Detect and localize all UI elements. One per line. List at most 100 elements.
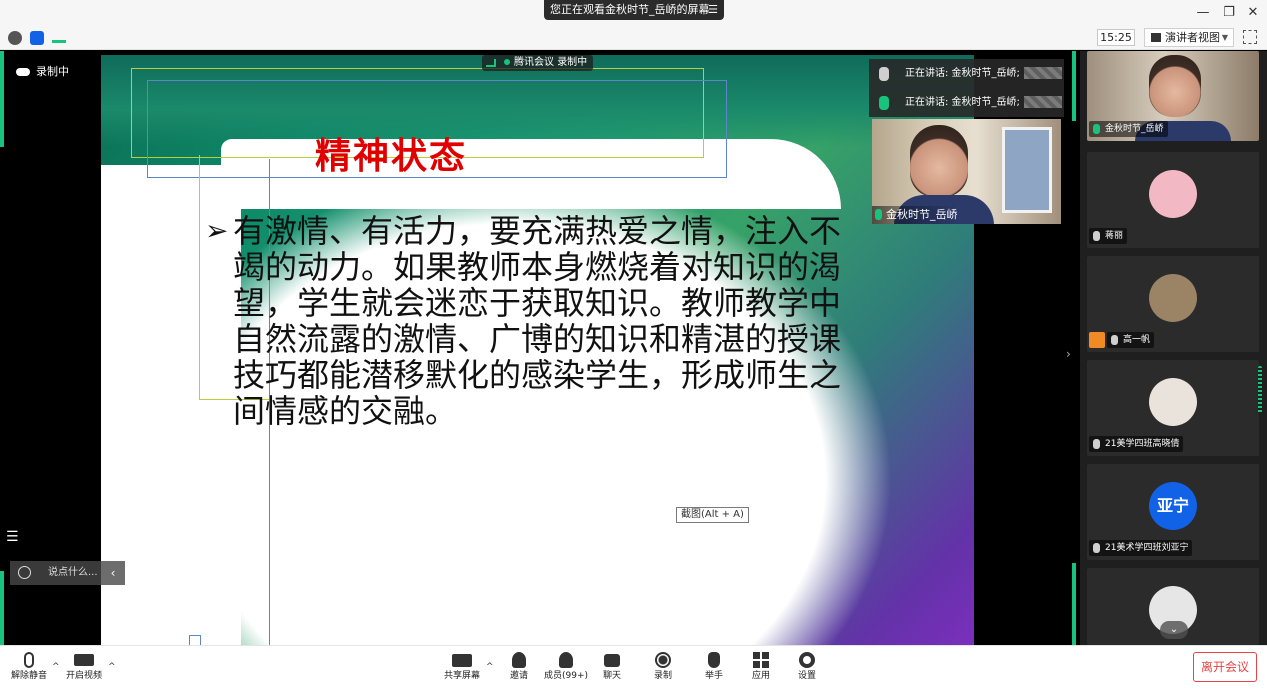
slide-body: ➢ 有激情、有活力，要充满热爱之情，注入不竭的动力。如果教师本身燃烧着对知识的渴…: [205, 213, 845, 429]
members-icon: [559, 652, 573, 668]
add-user-icon: [512, 652, 526, 668]
avatar: [1149, 170, 1197, 218]
settings-label: 设置: [797, 671, 816, 681]
emoji-icon[interactable]: [18, 566, 31, 579]
scroll-down-chevron-icon[interactable]: ⌄: [1160, 621, 1188, 639]
blurred-name: [1023, 96, 1062, 108]
layout-icon: [1151, 33, 1161, 42]
security-shield-icon[interactable]: [30, 31, 44, 45]
presenter-name-label: 金秋时节_岳峤: [872, 206, 958, 224]
record-label: 录制: [653, 671, 672, 681]
chat-label: 聊天: [602, 671, 621, 681]
chevron-down-icon: ▼: [1221, 33, 1228, 42]
chat-button[interactable]: 聊天: [583, 652, 641, 688]
title-bar: 您正在观看金秋时节_岳峤的屏幕 ☰ — ❐ ✕: [0, 0, 1267, 26]
bottom-toolbar: 解除静音 ^ 开启视频 ^ 共享屏幕 ^ 邀请 成员(99+) 聊天 录制 举手…: [0, 645, 1267, 689]
participant-label: 金秋时节_岳峤: [1089, 121, 1168, 137]
participant-tile[interactable]: 蒋丽: [1087, 152, 1259, 248]
unmute-label: 解除静音: [10, 671, 47, 681]
participant-scrollbar[interactable]: [1258, 366, 1262, 414]
bullet-arrow-icon: ➢: [205, 214, 229, 247]
apps-grid-icon: [753, 652, 769, 668]
video-background-window: [1002, 127, 1052, 213]
share-border: [0, 51, 4, 147]
share-border: [1072, 563, 1076, 645]
settings-button[interactable]: 设置: [778, 652, 836, 688]
start-video-button[interactable]: 开启视频: [55, 652, 113, 688]
share-screen-label: 共享屏幕: [443, 671, 480, 681]
participant-name: 21美学四班高晓倩: [1105, 439, 1180, 449]
meeting-recording-label: 录制中: [557, 57, 588, 68]
screen-share-banner[interactable]: 您正在观看金秋时节_岳峤的屏幕 ☰: [544, 0, 724, 20]
chevron-right-icon[interactable]: ›: [1066, 347, 1071, 361]
meeting-app-name: 腾讯会议: [514, 57, 554, 68]
speaking-text: 正在讲话: 金秋时节_岳峤;: [905, 97, 1020, 108]
share-screen-button[interactable]: 共享屏幕: [433, 652, 491, 688]
mic-icon: [1093, 124, 1100, 134]
slide-body-text: 有激情、有活力，要充满热爱之情，注入不竭的动力。如果教师本身燃烧着对知识的渴望，…: [233, 212, 842, 430]
presenter-name: 金秋时节_岳峤: [886, 208, 958, 221]
meeting-window: 您正在观看金秋时节_岳峤的屏幕 ☰ — ❐ ✕ 15:25 演讲者视图 ▼ 录制…: [0, 0, 1267, 689]
chat-input-bar[interactable]: 说点什么... ‹: [10, 561, 125, 585]
mic-icon: [875, 209, 882, 220]
status-dot-icon: [504, 59, 510, 65]
mic-icon: [879, 67, 889, 81]
top-toolbar: 15:25 演讲者视图 ▼: [0, 26, 1267, 50]
banner-menu-icon[interactable]: ☰: [708, 0, 718, 20]
info-icon[interactable]: [8, 31, 22, 45]
mic-muted-icon: [1111, 335, 1118, 345]
speaker-view-button[interactable]: 演讲者视图 ▼: [1144, 28, 1234, 47]
unmute-button[interactable]: 解除静音: [0, 652, 58, 688]
participant-list: 金秋时节_岳峤 蒋丽 高一帆 21美学四班高晓倩 亚宁 21美术学四班刘亚宁 ⌄: [1080, 51, 1267, 645]
screen-share-text: 您正在观看金秋时节_岳峤的屏幕: [550, 3, 710, 16]
participant-name: 金秋时节_岳峤: [1105, 124, 1164, 134]
close-button[interactable]: ✕: [1244, 4, 1262, 22]
participant-tile[interactable]: 21美学四班高晓倩: [1087, 360, 1259, 456]
meeting-timer: 15:25: [1097, 29, 1135, 46]
video-off-icon: [74, 654, 94, 666]
participant-tile[interactable]: 亚宁 21美术学四班刘亚宁: [1087, 464, 1259, 560]
participant-tile[interactable]: 高一帆: [1087, 256, 1259, 352]
slide-title: 精神状态: [315, 135, 468, 177]
screenshot-tooltip: 截图(Alt + A): [676, 507, 749, 523]
signal-bars-icon: [486, 59, 496, 67]
collapse-chat-icon[interactable]: ‹: [101, 561, 125, 585]
participant-label: 21美术学四班刘亚宁: [1089, 540, 1193, 556]
minimize-button[interactable]: —: [1194, 4, 1212, 22]
chat-placeholder: 说点什么...: [48, 567, 98, 578]
fullscreen-icon[interactable]: [1243, 30, 1257, 44]
leave-meeting-button[interactable]: 离开会议: [1193, 652, 1257, 682]
gear-icon: [799, 652, 815, 668]
participant-tile[interactable]: 金秋时节_岳峤: [1087, 51, 1259, 141]
mic-muted-icon: [1093, 231, 1100, 241]
avatar: [1149, 274, 1197, 322]
avatar: [1149, 378, 1197, 426]
avatar-initials: 亚宁: [1149, 482, 1197, 530]
presenter-video[interactable]: 金秋时节_岳峤: [872, 119, 1061, 224]
presenter-face: [910, 125, 968, 197]
share-border: [0, 571, 4, 645]
record-icon: [655, 652, 671, 668]
presentation-slide: 精神状态 ➢ 有激情、有活力，要充满热爱之情，注入不竭的动力。如果教师本身燃烧着…: [101, 55, 974, 645]
start-video-label: 开启视频: [65, 671, 102, 681]
mic-muted-icon: [24, 652, 34, 668]
share-screen-icon: [452, 654, 472, 667]
restore-button[interactable]: ❐: [1220, 4, 1238, 22]
list-menu-icon[interactable]: ☰: [6, 529, 19, 545]
record-button[interactable]: 录制: [634, 652, 692, 688]
video-options-caret-icon[interactable]: ^: [108, 662, 116, 672]
speaking-row: 正在讲话: 金秋时节_岳峤;: [869, 59, 1064, 88]
blurred-name: [1023, 67, 1062, 79]
raise-hand-icon: [708, 652, 720, 668]
recording-label: 录制中: [36, 65, 69, 78]
cloud-icon: [16, 68, 30, 76]
speaking-indicator-panel: 正在讲话: 金秋时节_岳峤; 正在讲话: 金秋时节_岳峤;: [869, 59, 1064, 117]
chat-bubble-icon: [604, 654, 620, 667]
shared-screen-stage: 录制中 精神状态 ➢ 有激情、有活力，要充满热爱之情，注入不竭的动力。如果教师本…: [0, 51, 1080, 645]
host-badge-icon: [1089, 332, 1105, 348]
recording-indicator: 录制中: [16, 63, 69, 79]
network-signal-icon[interactable]: [52, 33, 66, 43]
participant-label: 蒋丽: [1089, 228, 1128, 244]
speaking-text: 正在讲话: 金秋时节_岳峤;: [905, 68, 1020, 79]
speaking-row: 正在讲话: 金秋时节_岳峤;: [869, 88, 1064, 117]
